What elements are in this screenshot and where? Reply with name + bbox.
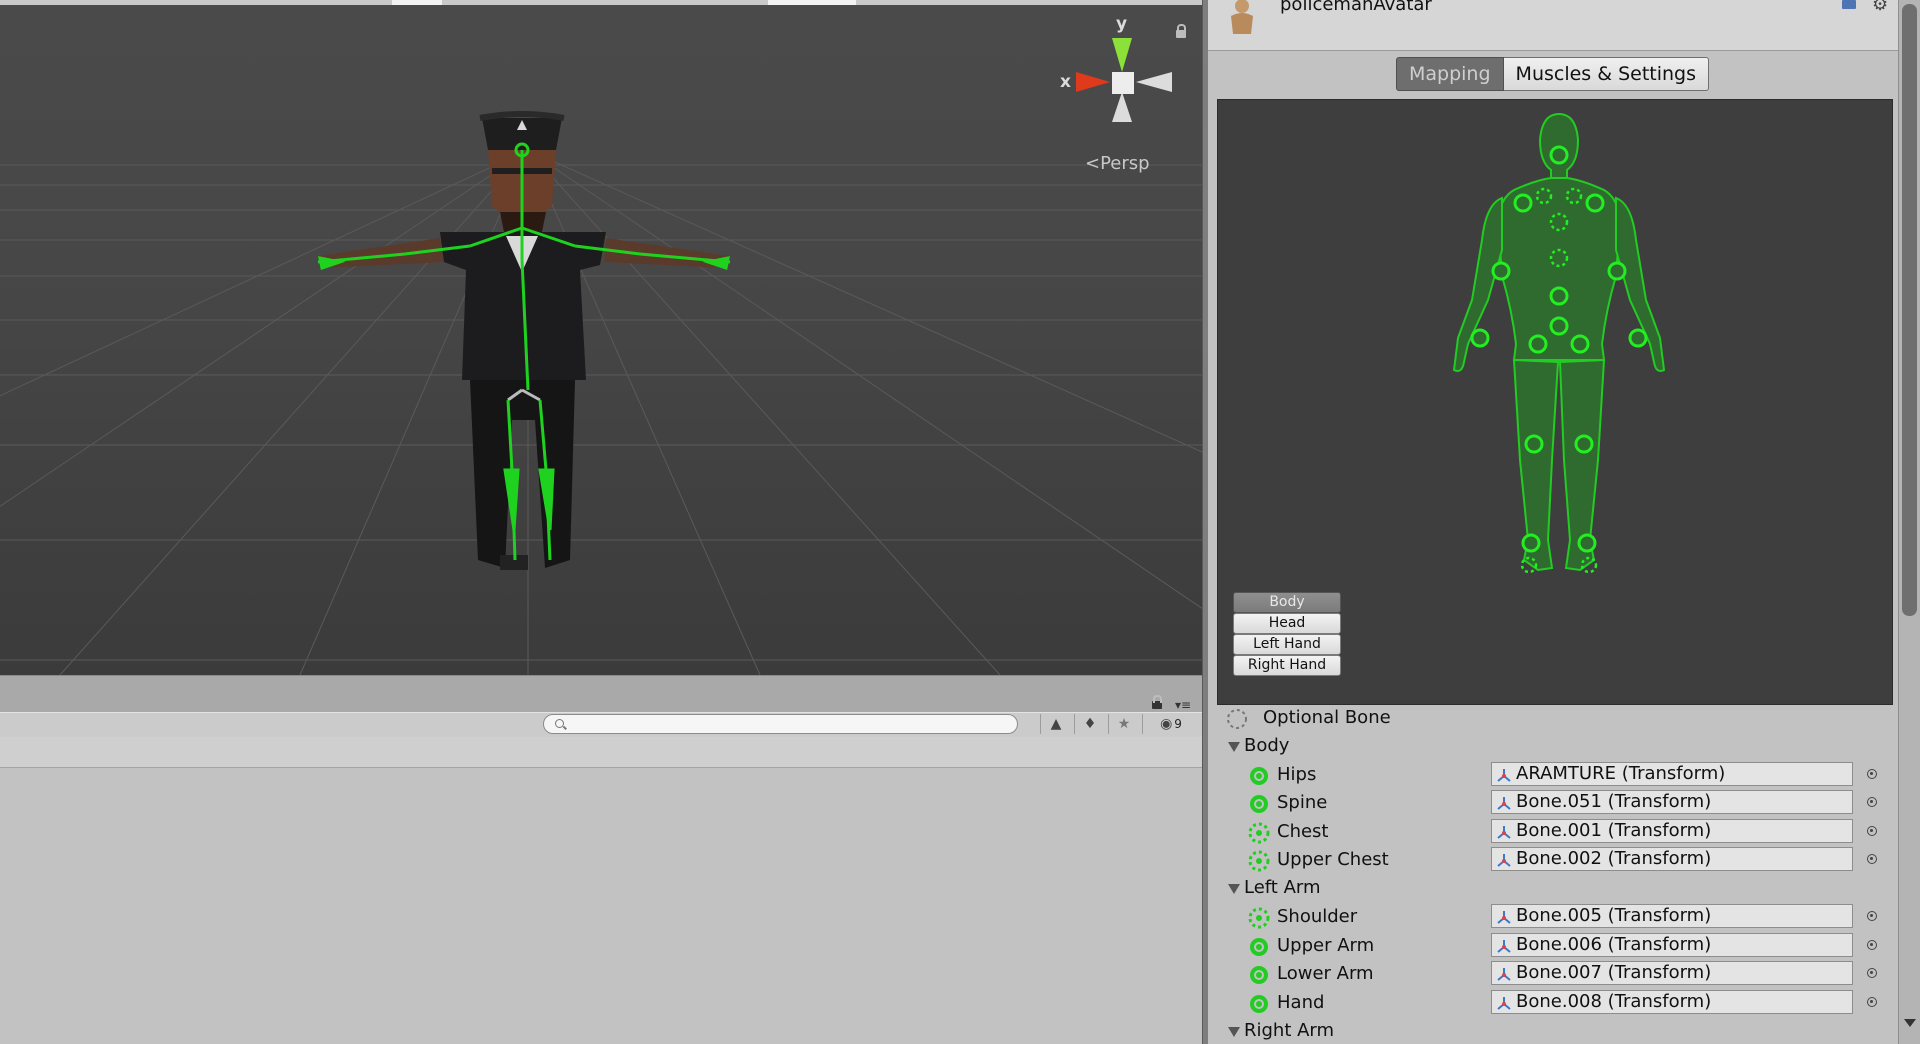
search-input[interactable] <box>568 716 1012 734</box>
group-header-left-arm[interactable]: Left Arm <box>1208 874 1888 902</box>
favorites-button[interactable]: ★ <box>1108 714 1139 734</box>
object-picker-icon[interactable] <box>1867 997 1877 1007</box>
gear-icon[interactable]: ⚙ <box>1872 0 1888 15</box>
projection-label: Persp <box>1100 153 1150 174</box>
bone-field-upper-arm[interactable]: Bone.006 (Transform) <box>1491 933 1853 957</box>
group-header-right-arm[interactable]: Right Arm <box>1208 1017 1888 1044</box>
object-picker-icon[interactable] <box>1867 769 1877 779</box>
persp-arrow-icon: < <box>1085 153 1101 174</box>
optional-bone-icon <box>1227 709 1247 729</box>
inspector-panel: policemanAvatar ⚙ Mapping Muscles & Sett… <box>1208 0 1900 1044</box>
hidden-count: 9 <box>1174 717 1182 731</box>
scroll-down-arrow-icon[interactable] <box>1904 1019 1916 1027</box>
search-icon <box>555 719 564 728</box>
inspector-header: policemanAvatar ⚙ <box>1208 0 1900 51</box>
bone-field-spine[interactable]: Bone.051 (Transform) <box>1491 790 1853 814</box>
transform-icon <box>1497 911 1511 924</box>
bone-field-chest[interactable]: Bone.001 (Transform) <box>1491 819 1853 843</box>
required-bone-icon <box>1250 995 1268 1013</box>
bone-field-hips[interactable]: ARAMTURE (Transform) <box>1491 762 1853 786</box>
transform-icon <box>1497 797 1511 810</box>
projection-toggle[interactable]: <Persp <box>1085 153 1150 174</box>
scrollbar-thumb[interactable] <box>1902 4 1917 616</box>
object-picker-icon[interactable] <box>1867 797 1877 807</box>
object-picker-icon[interactable] <box>1867 968 1877 978</box>
scene-canvas <box>0 38 1202 675</box>
star-icon: ★ <box>1117 716 1131 732</box>
bone-row-spine: Spine Bone.051 (Transform) <box>1208 789 1888 817</box>
bone-row-shoulder: Shoulder Bone.005 (Transform) <box>1208 903 1888 931</box>
body-part-button-body[interactable]: Body <box>1233 592 1341 613</box>
shapes-icon: ▲ <box>1050 716 1062 732</box>
transform-icon <box>1497 854 1511 867</box>
hierarchy-body[interactable] <box>0 768 1202 1044</box>
avatar-body-view: Body Head Left Hand Right Hand <box>1217 99 1893 705</box>
panel-menu-icon[interactable]: ▾≡ <box>1175 698 1191 712</box>
required-bone-icon <box>1250 938 1268 956</box>
body-part-button-right-hand[interactable]: Right Hand <box>1233 655 1341 676</box>
object-picker-icon[interactable] <box>1867 854 1877 864</box>
required-bone-icon <box>1250 795 1268 813</box>
bone-field-upper-chest[interactable]: Bone.002 (Transform) <box>1491 847 1853 871</box>
orientation-gizmo <box>1076 38 1172 122</box>
inspector-scrollbar[interactable] <box>1898 0 1920 1044</box>
body-part-button-head[interactable]: Head <box>1233 613 1341 634</box>
search-field[interactable] <box>543 714 1018 734</box>
transform-icon <box>1497 968 1511 981</box>
filter-by-label-button[interactable]: ♦ <box>1074 714 1105 734</box>
object-picker-icon[interactable] <box>1867 826 1877 836</box>
hierarchy-lock-icon[interactable] <box>1152 695 1162 709</box>
expand-triangle-icon <box>1228 742 1240 752</box>
scene-view[interactable]: y x <Persp <box>0 0 1202 675</box>
axis-x-label: x <box>1060 72 1071 92</box>
hierarchy-toolbar: ▲ ♦ ★ ◉ 9 <box>0 712 1202 738</box>
hidden-items-button[interactable]: ◉ 9 <box>1142 714 1199 734</box>
object-picker-icon[interactable] <box>1867 911 1877 921</box>
tab-muscles-settings[interactable]: Muscles & Settings <box>1503 57 1710 91</box>
bone-field-hand[interactable]: Bone.008 (Transform) <box>1491 990 1853 1014</box>
scene-lock-icon[interactable] <box>1176 24 1186 38</box>
help-book-icon[interactable] <box>1842 0 1856 9</box>
bone-mapping-list: Optional Bone Body Hips ARAMTURE (Transf… <box>1208 704 1900 1044</box>
tag-icon: ♦ <box>1083 716 1097 732</box>
inspector-tabs: Mapping Muscles & Settings <box>1396 57 1710 91</box>
transform-icon <box>1497 997 1511 1010</box>
bone-row-lower-arm: Lower Arm Bone.007 (Transform) <box>1208 960 1888 988</box>
tab-mapping[interactable]: Mapping <box>1396 57 1504 91</box>
bone-row-hand: Hand Bone.008 (Transform) <box>1208 989 1888 1017</box>
object-picker-icon[interactable] <box>1867 940 1877 950</box>
optional-bone-legend: Optional Bone <box>1208 704 1888 732</box>
bone-row-upper-chest: Upper Chest Bone.002 (Transform) <box>1208 846 1888 874</box>
bone-field-shoulder[interactable]: Bone.005 (Transform) <box>1491 904 1853 928</box>
group-header-body[interactable]: Body <box>1208 732 1888 760</box>
eye-slash-icon: ◉ <box>1160 716 1173 732</box>
avatar-asset-icon <box>1231 0 1253 34</box>
transform-icon <box>1497 940 1511 953</box>
bone-field-lower-arm[interactable]: Bone.007 (Transform) <box>1491 961 1853 985</box>
body-part-button-left-hand[interactable]: Left Hand <box>1233 634 1341 655</box>
hierarchy-header <box>0 737 1202 768</box>
transform-icon <box>1497 826 1511 839</box>
required-bone-icon <box>1250 767 1268 785</box>
asset-name: policemanAvatar <box>1280 0 1432 15</box>
bone-row-hips: Hips ARAMTURE (Transform) <box>1208 761 1888 789</box>
required-bone-icon <box>1250 966 1268 984</box>
ground-grid <box>0 149 1202 675</box>
optional-bone-icon <box>1248 907 1270 929</box>
optional-bone-icon <box>1248 850 1270 872</box>
policeman-character <box>318 111 730 570</box>
optional-bone-icon <box>1248 822 1270 844</box>
filter-by-type-button[interactable]: ▲ <box>1040 714 1071 734</box>
transform-icon <box>1497 769 1511 782</box>
panel-splitter[interactable]: ▾≡ <box>0 675 1202 713</box>
expand-triangle-icon <box>1228 884 1240 894</box>
bone-row-chest: Chest Bone.001 (Transform) <box>1208 818 1888 846</box>
bone-row-upper-arm: Upper Arm Bone.006 (Transform) <box>1208 932 1888 960</box>
expand-triangle-icon <box>1228 1027 1240 1037</box>
axis-y-label: y <box>1116 14 1128 34</box>
